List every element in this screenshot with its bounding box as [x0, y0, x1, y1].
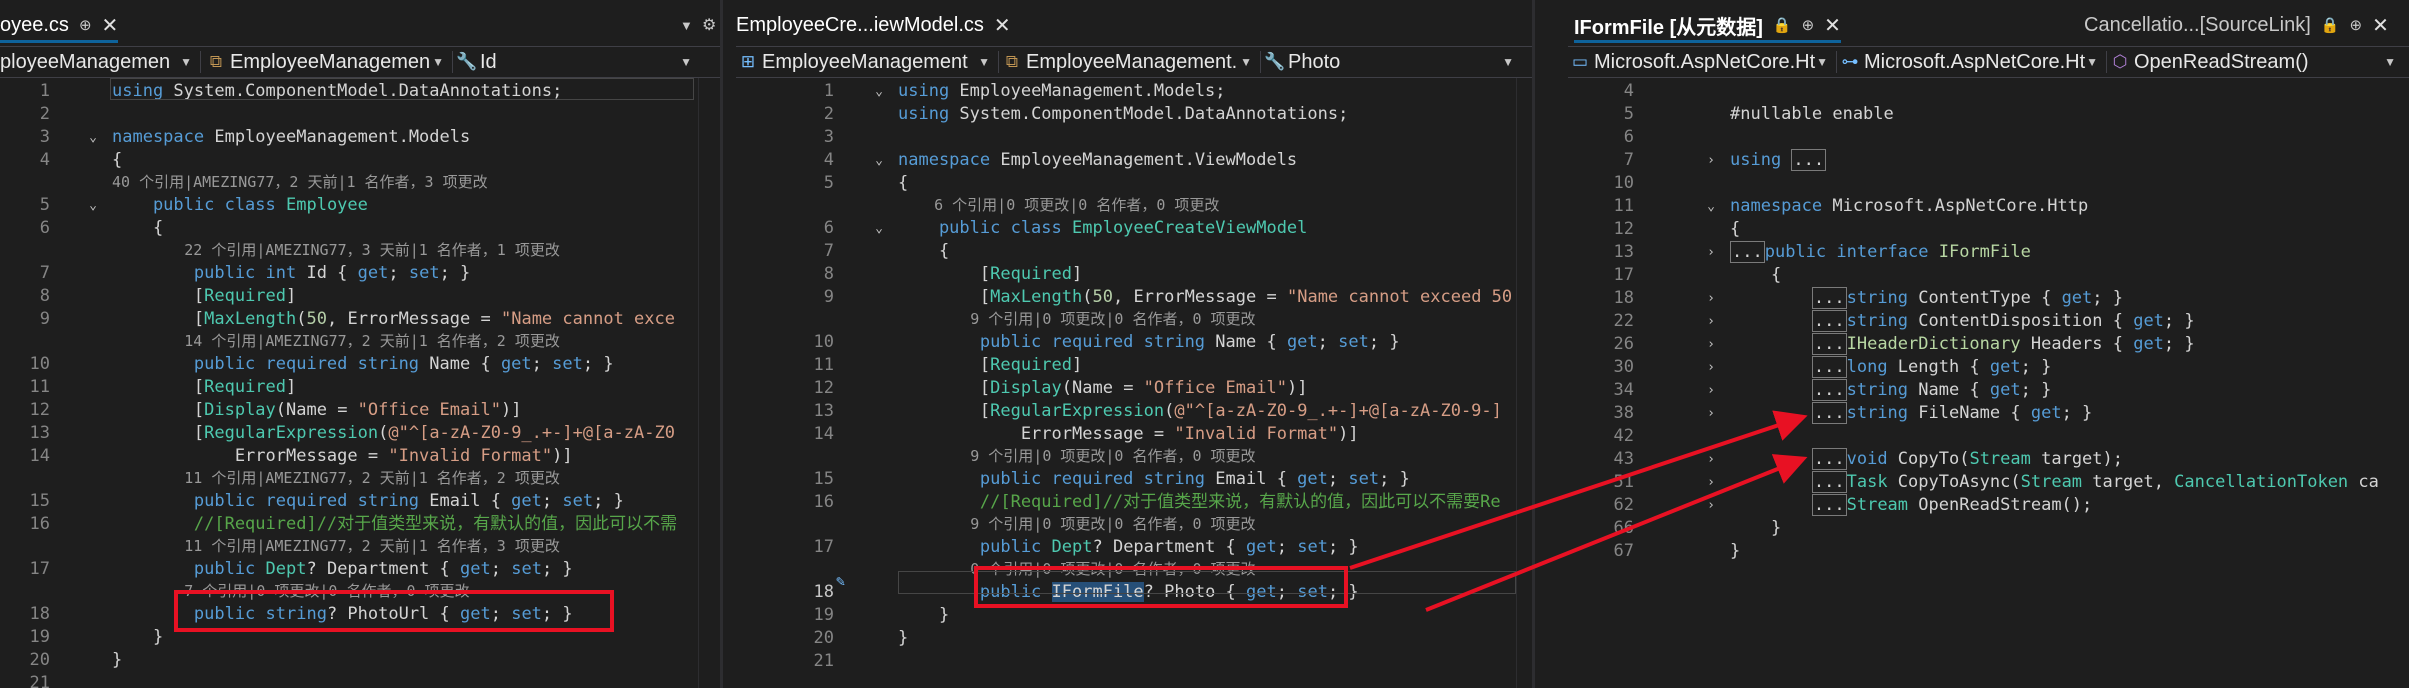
annotation-arrows	[1349, 410, 1808, 612]
arrow-to-copyto	[1425, 454, 1808, 612]
arrow-to-filename	[1349, 410, 1808, 570]
